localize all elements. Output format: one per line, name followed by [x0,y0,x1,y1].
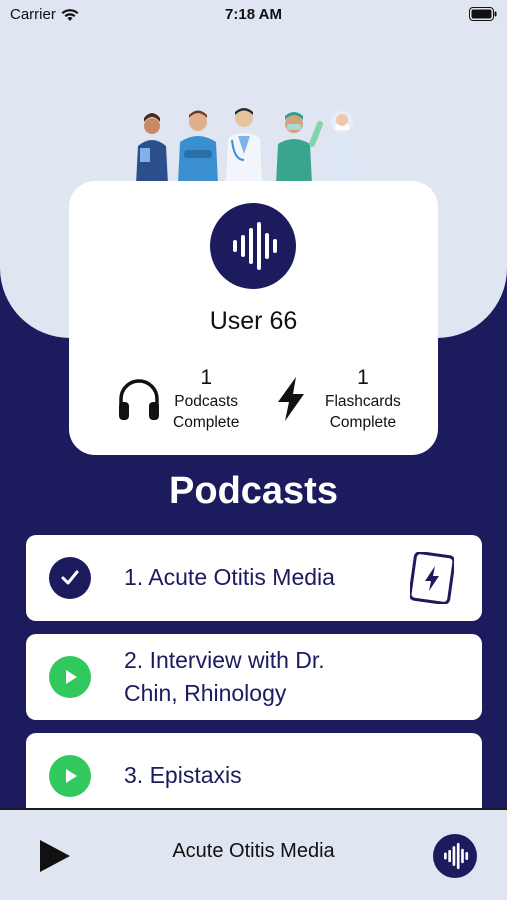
flashcards-complete-label-1: Flashcards [325,393,401,410]
podcasts-complete-label-2: Complete [173,414,240,431]
podcast-item[interactable]: 1. Acute Otitis Media [26,535,482,621]
podcast-item[interactable]: 2. Interview with Dr. Chin, Rhinology [26,634,482,720]
section-title: Podcasts [169,470,338,512]
flashcards-complete-count: 1 [357,366,369,389]
play-icon [66,769,77,783]
staff-figure [324,111,360,184]
play-badge[interactable] [49,755,91,797]
headphones-icon [119,379,159,420]
flashcard-icon[interactable] [410,552,454,604]
status-time: 7:18 AM [225,6,282,23]
profile-card: User 66 1 Podcasts Complete 1 Flashcards… [69,181,438,455]
username: User 66 [209,307,298,335]
podcasts-complete-count: 1 [200,366,213,389]
staff-figure [178,110,218,184]
lightning-icon [278,377,304,421]
soundwave-icon [233,222,277,270]
podcast-title: 3. Epistaxis [124,762,242,788]
completed-badge [49,557,91,599]
podcasts-complete-label-1: Podcasts [174,393,239,410]
staff-figure [226,108,262,184]
podcast-title: 2. Interview with Dr. Chin, Rhinology [124,644,325,710]
podcast-title-line2: Chin, Rhinology [124,680,287,706]
now-playing-title: Acute Otitis Media [172,840,335,862]
checkmark-icon [61,570,79,585]
staff-figure [276,112,323,184]
flashcards-complete-label-2: Complete [329,414,397,431]
status-bar: Carrier 7:18 AM [0,0,507,30]
play-badge[interactable] [49,656,91,698]
flashcards-complete-stat: 1 Flashcards Complete [267,367,401,433]
battery-icon [469,7,497,21]
mini-player[interactable]: Acute Otitis Media [0,808,507,900]
soundwave-icon [444,842,469,870]
player-logo [433,834,477,878]
medical-staff-illustration [136,108,360,184]
play-icon [66,670,77,684]
user-avatar [210,203,296,289]
podcasts-complete-stat: 1 Podcasts Complete [115,367,239,433]
podcast-title-line1: 2. Interview with Dr. [124,647,325,673]
podcast-title: 1. Acute Otitis Media [124,564,335,590]
staff-figure [136,113,168,184]
